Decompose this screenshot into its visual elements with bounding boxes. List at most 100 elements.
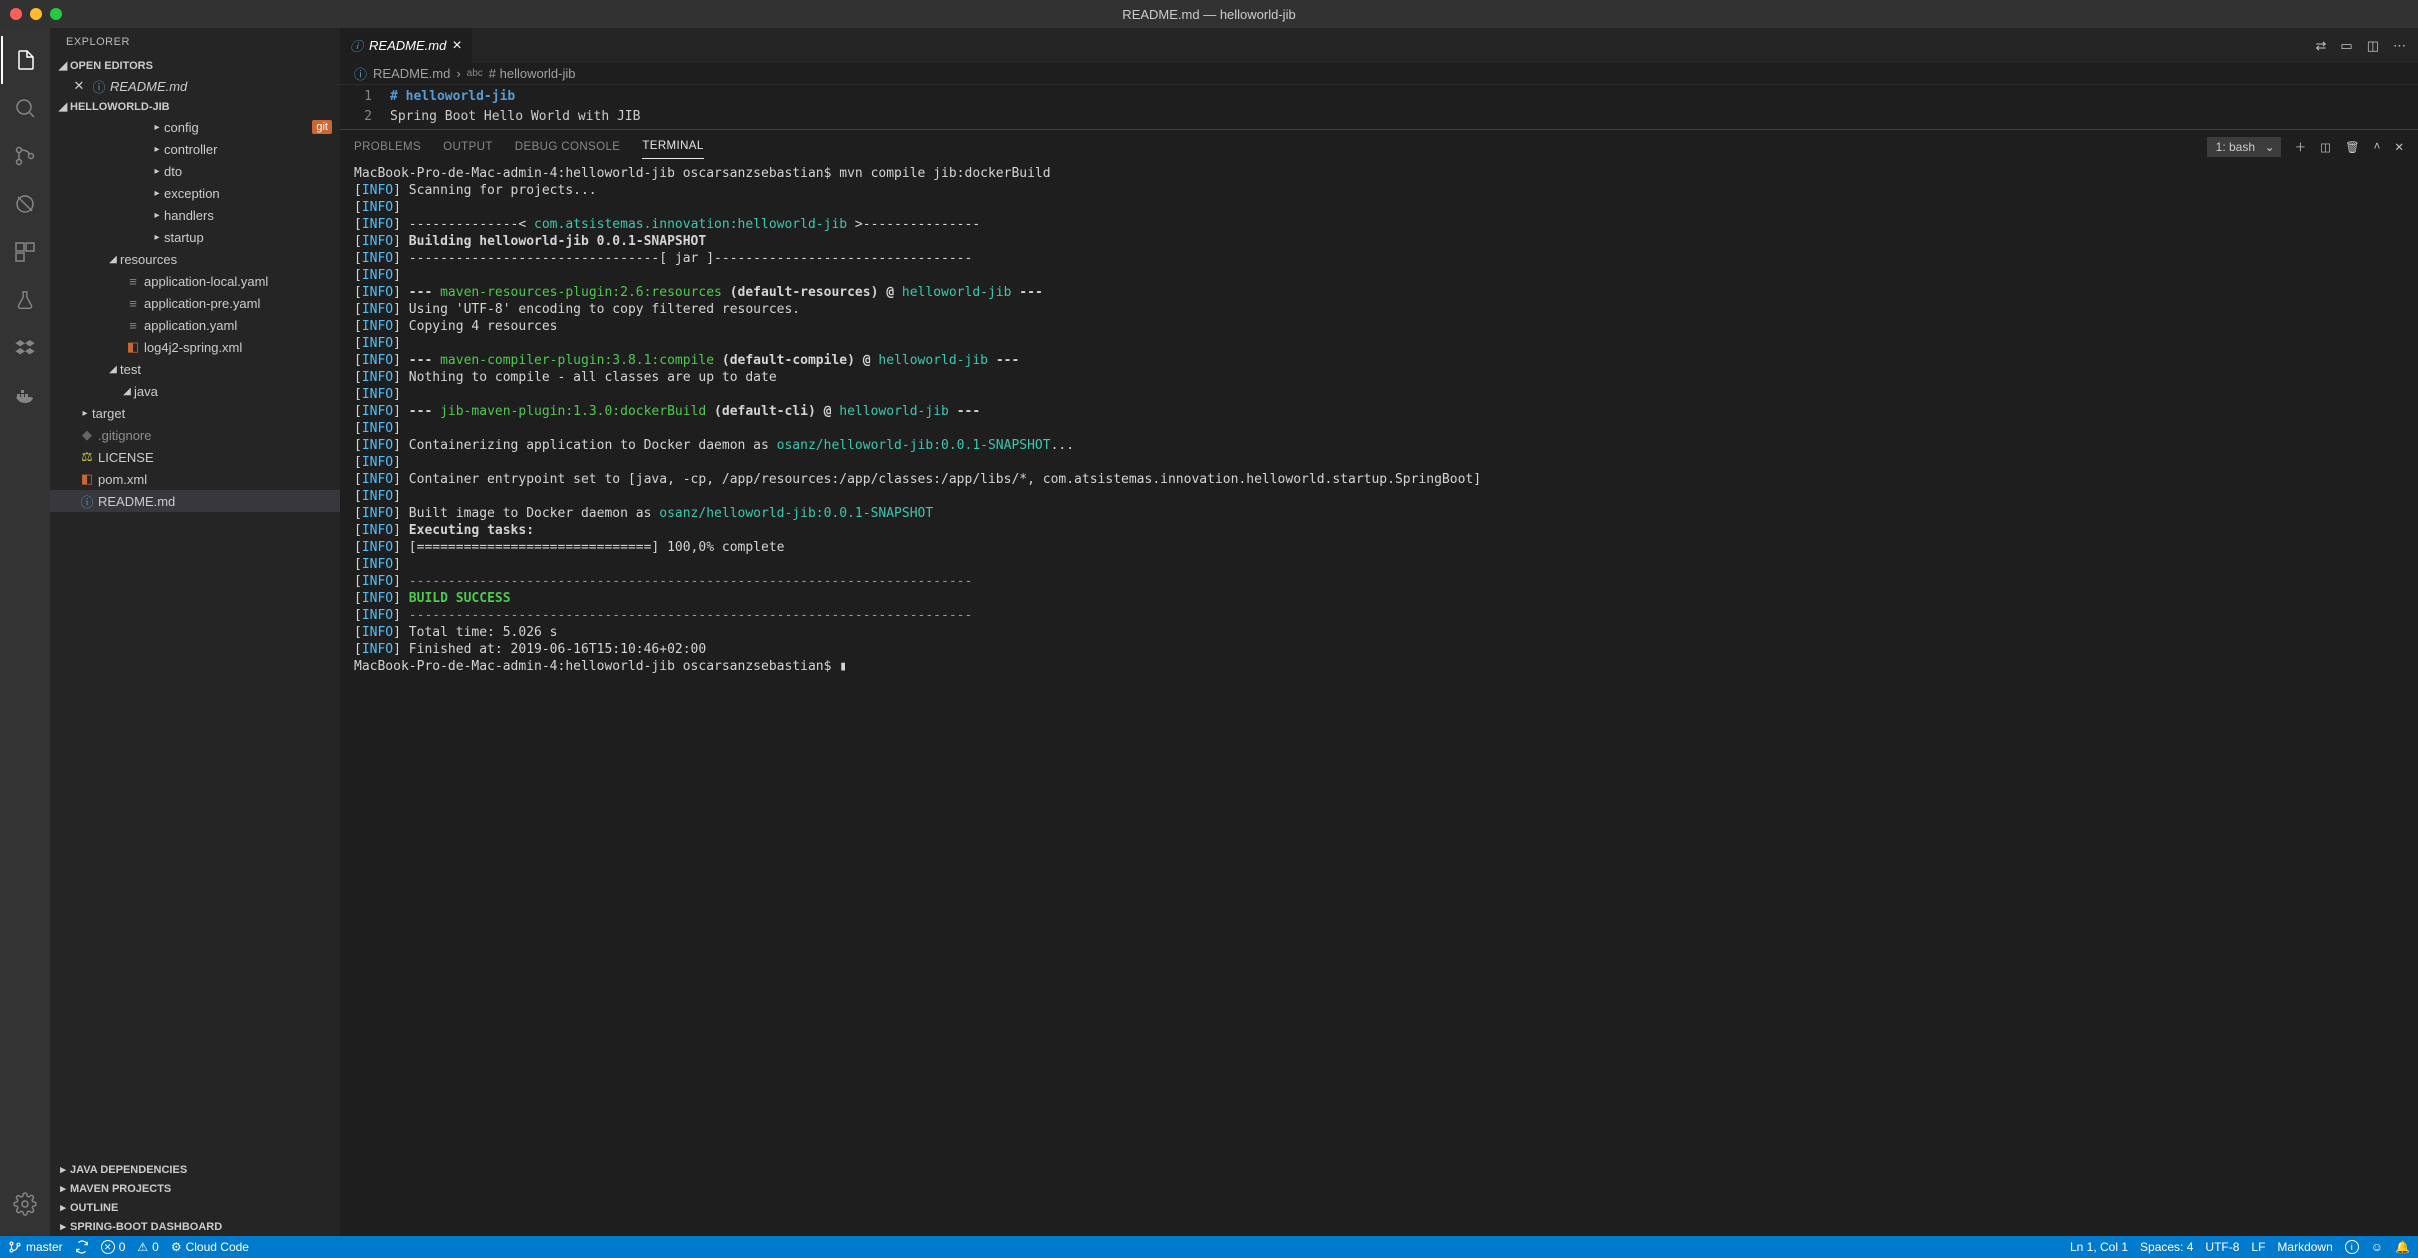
- debug-icon[interactable]: [1, 180, 49, 228]
- open-editor-item[interactable]: ✕ ⓘ README.md: [50, 75, 340, 97]
- file-gitignore[interactable]: ◆ .gitignore: [50, 424, 340, 446]
- breadcrumb-symbol[interactable]: # helloworld-jib: [489, 66, 576, 81]
- line-gutter: 1 2: [340, 87, 390, 127]
- test-icon[interactable]: [1, 276, 49, 324]
- chevron-right-icon: ▸: [150, 166, 164, 177]
- file-license[interactable]: ⚖ LICENSE: [50, 446, 340, 468]
- open-editors-section[interactable]: ◢ OPEN EDITORS: [50, 56, 340, 75]
- code-line-2[interactable]: Spring Boot Hello World with JIB: [390, 109, 640, 124]
- settings-gear-icon[interactable]: [1, 1180, 49, 1228]
- folder-handlers[interactable]: ▸ handlers: [50, 204, 340, 226]
- folder-resources[interactable]: ◢ resources: [50, 248, 340, 270]
- folder-startup[interactable]: ▸ startup: [50, 226, 340, 248]
- folder-controller[interactable]: ▸ controller: [50, 138, 340, 160]
- encoding[interactable]: UTF-8: [2205, 1240, 2239, 1254]
- minimize-window-button[interactable]: [30, 8, 42, 20]
- symbol-prefix: abc: [467, 68, 483, 79]
- breadcrumb-file[interactable]: README.md: [373, 66, 450, 81]
- notifications-bell-icon[interactable]: 🔔: [2395, 1240, 2410, 1254]
- breadcrumb[interactable]: ⓘ README.md › abc # helloworld-jib: [340, 63, 2418, 85]
- sidebar-title: EXPLORER: [50, 28, 340, 56]
- info-icon: ⓘ: [90, 77, 108, 96]
- close-window-button[interactable]: [10, 8, 22, 20]
- java-dependencies-section[interactable]: ▸ JAVA DEPENDENCIES: [50, 1160, 340, 1179]
- git-branch[interactable]: master: [8, 1240, 63, 1254]
- tab-problems[interactable]: PROBLEMS: [354, 135, 421, 159]
- more-actions-icon[interactable]: ⋯: [2393, 38, 2406, 54]
- xml-file-icon: ◧: [124, 339, 142, 355]
- cursor-position[interactable]: Ln 1, Col 1: [2070, 1240, 2128, 1254]
- code-line-1[interactable]: # helloworld-jib: [390, 89, 515, 104]
- folder-java[interactable]: ◢ java: [50, 380, 340, 402]
- editor-area: ⓘ README.md × ⇄ ▭ ◫ ⋯ ⓘ README.md › abc …: [340, 28, 2418, 1236]
- chevron-right-icon: ▸: [150, 144, 164, 155]
- outline-section[interactable]: ▸ OUTLINE: [50, 1198, 340, 1217]
- git-file-icon: ◆: [78, 427, 96, 443]
- maximize-panel-icon[interactable]: ˄: [2374, 141, 2381, 153]
- eol[interactable]: LF: [2251, 1240, 2265, 1254]
- docker-icon[interactable]: [1, 372, 49, 420]
- terminal-select[interactable]: 1: bash: [2207, 137, 2281, 157]
- folder-dto[interactable]: ▸ dto: [50, 160, 340, 182]
- tab-output[interactable]: OUTPUT: [443, 135, 493, 159]
- file-application-yaml[interactable]: ≡ application.yaml: [50, 314, 340, 336]
- sync-icon[interactable]: [75, 1240, 89, 1254]
- cloud-code[interactable]: ⚙ Cloud Code: [171, 1240, 249, 1254]
- close-panel-icon[interactable]: ✕: [2394, 140, 2404, 154]
- tab-readme[interactable]: ⓘ README.md ×: [340, 28, 473, 63]
- maven-projects-section[interactable]: ▸ MAVEN PROJECTS: [50, 1179, 340, 1198]
- language-mode[interactable]: Markdown: [2277, 1240, 2332, 1254]
- terminal-output[interactable]: MacBook-Pro-de-Mac-admin-4:helloworld-ji…: [340, 163, 2418, 1236]
- tab-terminal[interactable]: TERMINAL: [642, 134, 703, 159]
- feedback-smiley-icon[interactable]: ☺: [2371, 1240, 2383, 1254]
- terminal-selector[interactable]: 1: bash: [2207, 137, 2281, 157]
- feedback-info-icon[interactable]: i: [2345, 1240, 2359, 1254]
- file-application-local[interactable]: ≡ application-local.yaml: [50, 270, 340, 292]
- split-terminal-icon[interactable]: ◫: [2320, 140, 2331, 154]
- close-icon[interactable]: ✕: [70, 78, 88, 94]
- yaml-file-icon: ≡: [124, 318, 142, 333]
- chevron-right-icon: ▸: [150, 210, 164, 221]
- chevron-down-icon: ◢: [56, 59, 70, 72]
- source-control-icon[interactable]: [1, 132, 49, 180]
- close-tab-icon[interactable]: ×: [452, 37, 461, 55]
- compare-changes-icon[interactable]: ⇄: [2316, 38, 2327, 54]
- errors-count[interactable]: ✕ 0: [101, 1240, 126, 1254]
- warning-icon: ⚠: [137, 1240, 148, 1254]
- folder-target[interactable]: ▸ target: [50, 402, 340, 424]
- tab-debug-console[interactable]: DEBUG CONSOLE: [515, 135, 621, 159]
- yaml-file-icon: ≡: [124, 296, 142, 311]
- chevron-right-icon: ▸: [78, 408, 92, 419]
- maximize-window-button[interactable]: [50, 8, 62, 20]
- extensions-icon[interactable]: [1, 228, 49, 276]
- warnings-count[interactable]: ⚠ 0: [137, 1240, 158, 1254]
- license-file-icon: ⚖: [78, 449, 96, 465]
- error-icon: ✕: [101, 1240, 115, 1254]
- kill-terminal-icon[interactable]: 🗑: [2345, 140, 2360, 154]
- file-readme[interactable]: ⓘ README.md: [50, 490, 340, 512]
- file-pom[interactable]: ◧ pom.xml: [50, 468, 340, 490]
- project-section[interactable]: ◢ HELLOWORLD-JIB: [50, 97, 340, 116]
- explorer-icon[interactable]: [1, 36, 49, 84]
- chevron-down-icon: ◢: [120, 386, 134, 397]
- info-icon: ⓘ: [78, 492, 96, 511]
- chevron-down-icon: ◢: [106, 254, 120, 265]
- gear-icon: ⚙: [171, 1240, 182, 1254]
- new-terminal-icon[interactable]: ＋: [2295, 139, 2307, 155]
- search-icon[interactable]: [1, 84, 49, 132]
- split-editor-icon[interactable]: ◫: [2367, 38, 2379, 54]
- titlebar: README.md — helloworld-jib: [0, 0, 2418, 28]
- folder-exception[interactable]: ▸ exception: [50, 182, 340, 204]
- indentation[interactable]: Spaces: 4: [2140, 1240, 2193, 1254]
- folder-config[interactable]: ▸ config git: [50, 116, 340, 138]
- file-application-pre[interactable]: ≡ application-pre.yaml: [50, 292, 340, 314]
- folder-test[interactable]: ◢ test: [50, 358, 340, 380]
- activity-bar: [0, 28, 50, 1236]
- statusbar: master ✕ 0 ⚠ 0 ⚙ Cloud Code Ln 1, Col 1 …: [0, 1236, 2418, 1258]
- editor-content[interactable]: 1 2 # helloworld-jib Spring Boot Hello W…: [340, 85, 2418, 129]
- chevron-right-icon: ▸: [150, 232, 164, 243]
- dropbox-icon[interactable]: [1, 324, 49, 372]
- file-log4j2[interactable]: ◧ log4j2-spring.xml: [50, 336, 340, 358]
- spring-boot-dashboard-section[interactable]: ▸ SPRING-BOOT DASHBOARD: [50, 1217, 340, 1236]
- open-preview-icon[interactable]: ▭: [2340, 38, 2352, 54]
